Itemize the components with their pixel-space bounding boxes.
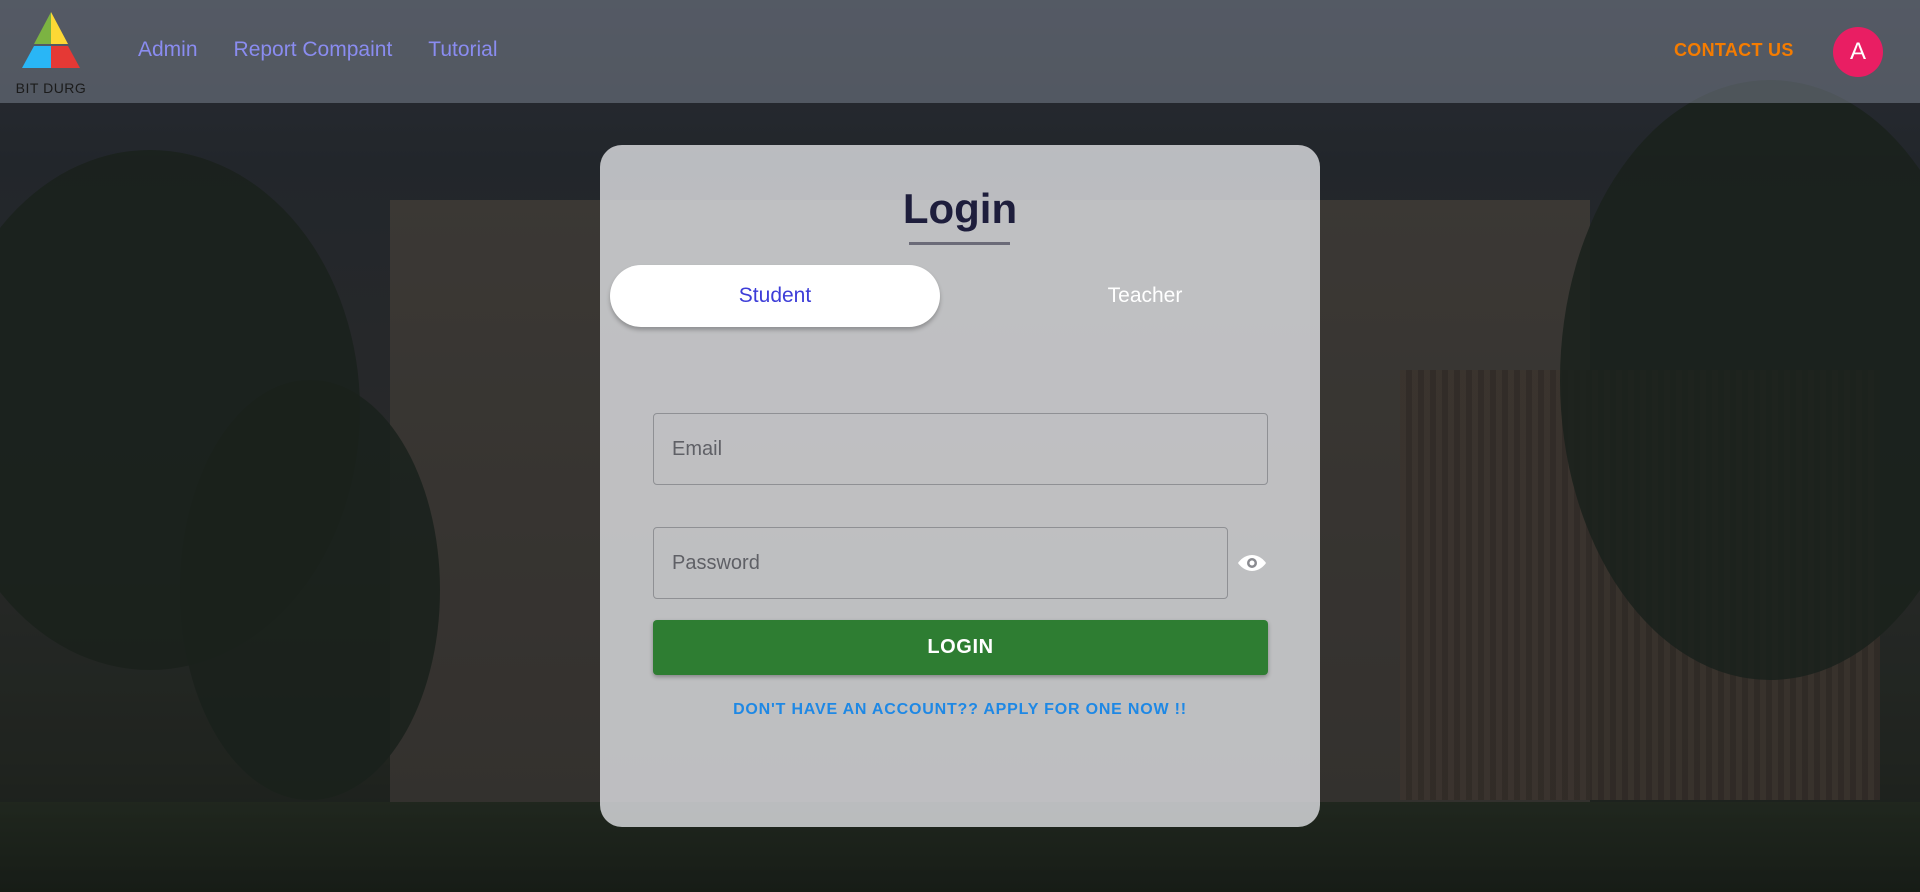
role-tab-bar: Student Teacher (610, 265, 1310, 327)
password-field[interactable] (653, 527, 1228, 599)
bit-durg-logo[interactable]: BIT DURG (14, 10, 88, 96)
tab-teacher[interactable]: Teacher (980, 265, 1310, 327)
top-navbar: BIT DURG Admin Report Compaint Tutorial … (0, 0, 1920, 103)
login-button[interactable]: LOGIN (653, 620, 1268, 675)
login-card: Login Student Teacher LOGIN DON'T HAVE A… (600, 145, 1320, 827)
show-password-icon[interactable] (1236, 547, 1268, 579)
login-title: Login (902, 185, 1018, 232)
logo-icon (22, 12, 80, 68)
nav-link-admin[interactable]: Admin (138, 38, 198, 62)
nav-links: Admin Report Compaint Tutorial (138, 38, 498, 62)
contact-us-button[interactable]: CONTACT US (1674, 40, 1794, 61)
tab-student[interactable]: Student (610, 265, 940, 327)
eye-icon (1238, 555, 1266, 571)
user-avatar[interactable]: A (1833, 27, 1883, 77)
logo-text: BIT DURG (15, 80, 87, 96)
title-underline (909, 242, 1010, 245)
apply-account-link[interactable]: DON'T HAVE AN ACCOUNT?? APPLY FOR ONE NO… (600, 701, 1320, 719)
nav-link-tutorial[interactable]: Tutorial (428, 38, 497, 62)
email-field[interactable] (653, 413, 1268, 485)
nav-link-report-complaint[interactable]: Report Compaint (234, 38, 393, 62)
